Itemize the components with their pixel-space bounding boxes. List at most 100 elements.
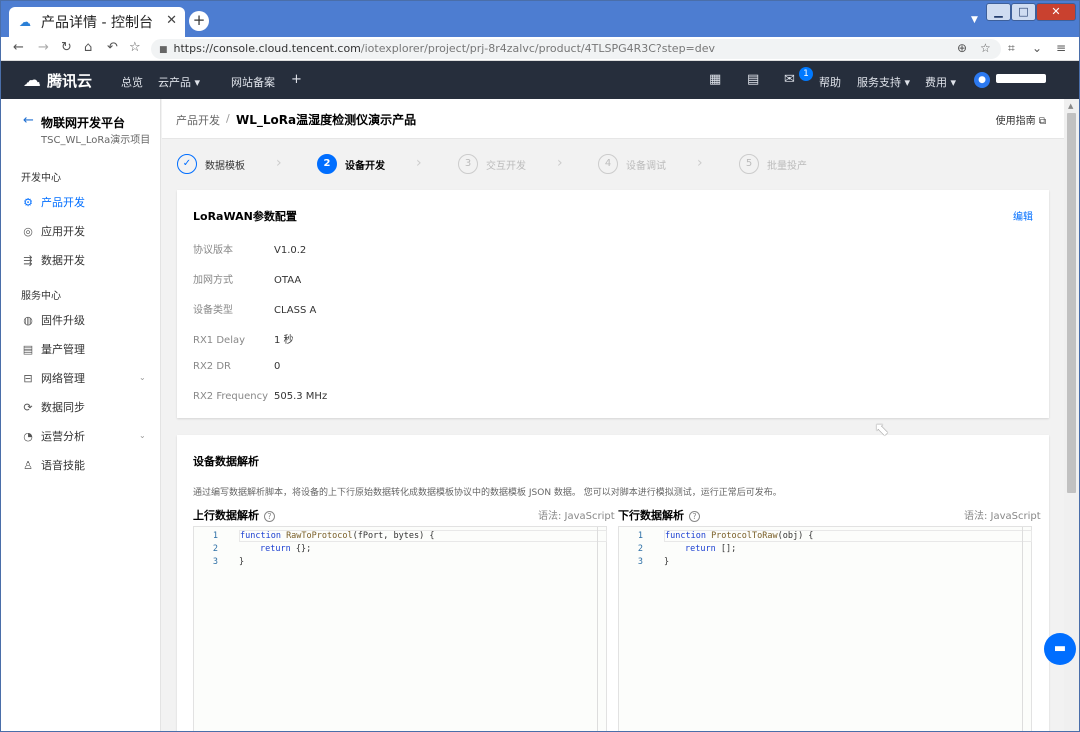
param-row: 设备类型 CLASS A xyxy=(193,301,316,316)
help-icon[interactable]: ? xyxy=(689,510,700,522)
step-label: 设备开发 xyxy=(345,160,385,172)
step-number: 3 xyxy=(458,154,478,174)
brand-name: 腾讯云 xyxy=(47,72,93,90)
reload-icon[interactable]: ↻ xyxy=(61,40,72,55)
bookmark-star-icon[interactable]: ☆ xyxy=(129,40,141,55)
sidebar-item-voice-skill[interactable]: ♙ 语音技能 xyxy=(21,457,85,473)
chevron-right-icon: › xyxy=(697,155,703,171)
step-mass-production[interactable]: 5 批量投产 xyxy=(739,154,807,174)
undo-close-icon[interactable]: ↶ xyxy=(107,40,118,55)
chevron-down-icon[interactable]: ⌄ xyxy=(139,373,146,382)
minimize-button[interactable]: ▁ xyxy=(986,3,1011,21)
code-function: RawToProtocol xyxy=(286,531,353,541)
scrollbar-thumb[interactable] xyxy=(1067,113,1076,493)
voice-icon: ♙ xyxy=(23,458,33,472)
sidebar-item-data-dev[interactable]: ⇶ 数据开发 xyxy=(21,252,85,268)
nav-overview[interactable]: 总览 xyxy=(121,74,143,90)
uplink-code-editor[interactable]: 1 2 3 function RawToProtocol(fPort, byte… xyxy=(193,526,607,731)
step-interaction-dev[interactable]: 3 交互开发 xyxy=(458,154,526,174)
code-line: return {}; xyxy=(260,544,311,554)
support-menu[interactable]: 服务支持 ▾ xyxy=(857,74,910,90)
sidebar-item-mass-production[interactable]: ▤ 量产管理 xyxy=(21,341,85,357)
breadcrumb-separator: / xyxy=(226,112,230,125)
uplink-title: 上行数据解析? xyxy=(193,507,275,523)
zoom-icon[interactable]: ⊕ xyxy=(957,41,967,55)
nav-icp[interactable]: 网站备案 xyxy=(231,74,275,90)
sidebar-item-label: 固件升级 xyxy=(41,314,85,327)
url-field[interactable]: ■ https://console.cloud.tencent.com/iotex… xyxy=(151,39,1001,59)
favorite-star-icon[interactable]: ☆ xyxy=(980,41,991,55)
sidebar-item-firmware[interactable]: ◍ 固件升级 xyxy=(21,312,85,328)
user-avatar-icon[interactable]: ● xyxy=(974,72,990,88)
tab-close-icon[interactable]: ✕ xyxy=(166,13,177,28)
step-device-dev[interactable]: 2 设备开发 xyxy=(317,154,385,174)
forward-icon[interactable]: → xyxy=(38,40,49,55)
menu-icon[interactable]: ≡ xyxy=(1056,41,1066,55)
line-number: 3 xyxy=(637,557,643,567)
home-icon[interactable]: ⌂ xyxy=(84,40,92,55)
sidebar-item-label: 语音技能 xyxy=(41,459,85,472)
cloud-favicon-icon: ☁ xyxy=(19,15,31,29)
billing-menu[interactable]: 费用 ▾ xyxy=(925,74,956,90)
code-text: (fPort, bytes) { xyxy=(352,531,435,541)
sidebar-item-network[interactable]: ⊟ 网络管理 xyxy=(21,370,85,386)
sidebar-item-label: 应用开发 xyxy=(41,225,85,238)
scroll-up-icon[interactable]: ▲ xyxy=(1068,102,1073,110)
document-icon[interactable]: ▤ xyxy=(747,72,759,87)
param-row: 加网方式 OTAA xyxy=(193,271,301,286)
sidebar-item-label: 量产管理 xyxy=(41,343,85,356)
mail-icon[interactable]: ✉ xyxy=(784,72,795,87)
back-icon[interactable]: ← xyxy=(13,40,24,55)
brand-logo[interactable]: ☁ 腾讯云 xyxy=(23,70,92,91)
chevron-right-icon: › xyxy=(557,155,563,171)
redacted-username[interactable] xyxy=(996,74,1046,83)
param-row: RX2 DR 0 xyxy=(193,361,280,372)
browser-tab[interactable]: ☁ 产品详情 - 控制台 ✕ xyxy=(9,7,185,37)
breadcrumb-parent[interactable]: 产品开发 xyxy=(176,112,220,128)
close-window-button[interactable]: ✕ xyxy=(1036,3,1076,21)
section-service-center: 服务中心 xyxy=(21,291,61,302)
nav-add-shortcut[interactable]: + xyxy=(291,72,302,87)
back-arrow-icon[interactable]: ← xyxy=(23,113,34,128)
sidebar-item-label: 网络管理 xyxy=(41,372,85,385)
cloud-logo-icon: ☁ xyxy=(23,70,41,91)
platform-title: 物联网开发平台 xyxy=(41,116,126,130)
code-text: {}; xyxy=(290,544,312,554)
code-line: } xyxy=(239,557,245,567)
chevron-right-icon: › xyxy=(416,155,422,171)
sidebar-item-product-dev[interactable]: ⚙ 产品开发 xyxy=(21,194,85,210)
help-link[interactable]: 帮助 xyxy=(819,74,841,90)
card-title: LoRaWAN参数配置 xyxy=(193,210,297,223)
step-data-template[interactable]: ✓ 数据模板 xyxy=(177,154,245,174)
param-value: CLASS A xyxy=(274,305,317,316)
step-device-debug[interactable]: 4 设备调试 xyxy=(598,154,666,174)
param-key: 设备类型 xyxy=(193,305,233,316)
maximize-button[interactable]: □ xyxy=(1011,3,1036,21)
code-line: } xyxy=(664,557,670,567)
uplink-title-label: 上行数据解析 xyxy=(193,509,259,522)
qrcode-icon[interactable]: ▦ xyxy=(709,72,721,87)
param-key: RX2 DR xyxy=(193,361,231,372)
card-title: 设备数据解析 xyxy=(193,455,259,468)
param-value: V1.0.2 xyxy=(274,245,307,256)
sidebar-item-analytics[interactable]: ◔ 运营分析 xyxy=(21,428,85,444)
downlink-language: 语法: JavaScript xyxy=(964,511,1041,522)
sidebar-item-app-dev[interactable]: ◎ 应用开发 xyxy=(21,223,85,239)
param-key: 协议版本 xyxy=(193,245,233,256)
user-guide-link[interactable]: 使用指南 ⧉ xyxy=(996,112,1046,127)
crop-icon[interactable]: ⌗ xyxy=(1008,41,1015,56)
extensions-icon[interactable]: ⌄ xyxy=(1032,41,1042,55)
sidebar-item-data-sync[interactable]: ⟳ 数据同步 xyxy=(21,399,85,415)
new-tab-button[interactable]: + xyxy=(189,11,209,31)
nav-products[interactable]: 云产品 ▾ xyxy=(158,74,200,90)
chat-support-button[interactable]: ▬ xyxy=(1044,633,1076,665)
line-number: 2 xyxy=(212,544,218,554)
line-number: 2 xyxy=(637,544,643,554)
help-icon[interactable]: ? xyxy=(264,510,275,522)
edit-link[interactable]: 编辑 xyxy=(1013,208,1033,223)
tab-search-icon[interactable]: ▼ xyxy=(971,15,978,25)
chevron-down-icon[interactable]: ⌄ xyxy=(139,431,146,440)
downlink-title: 下行数据解析? xyxy=(618,507,700,523)
downlink-code-editor[interactable]: 1 2 3 function ProtocolToRaw(obj) { retu… xyxy=(618,526,1032,731)
line-number: 3 xyxy=(212,557,218,567)
